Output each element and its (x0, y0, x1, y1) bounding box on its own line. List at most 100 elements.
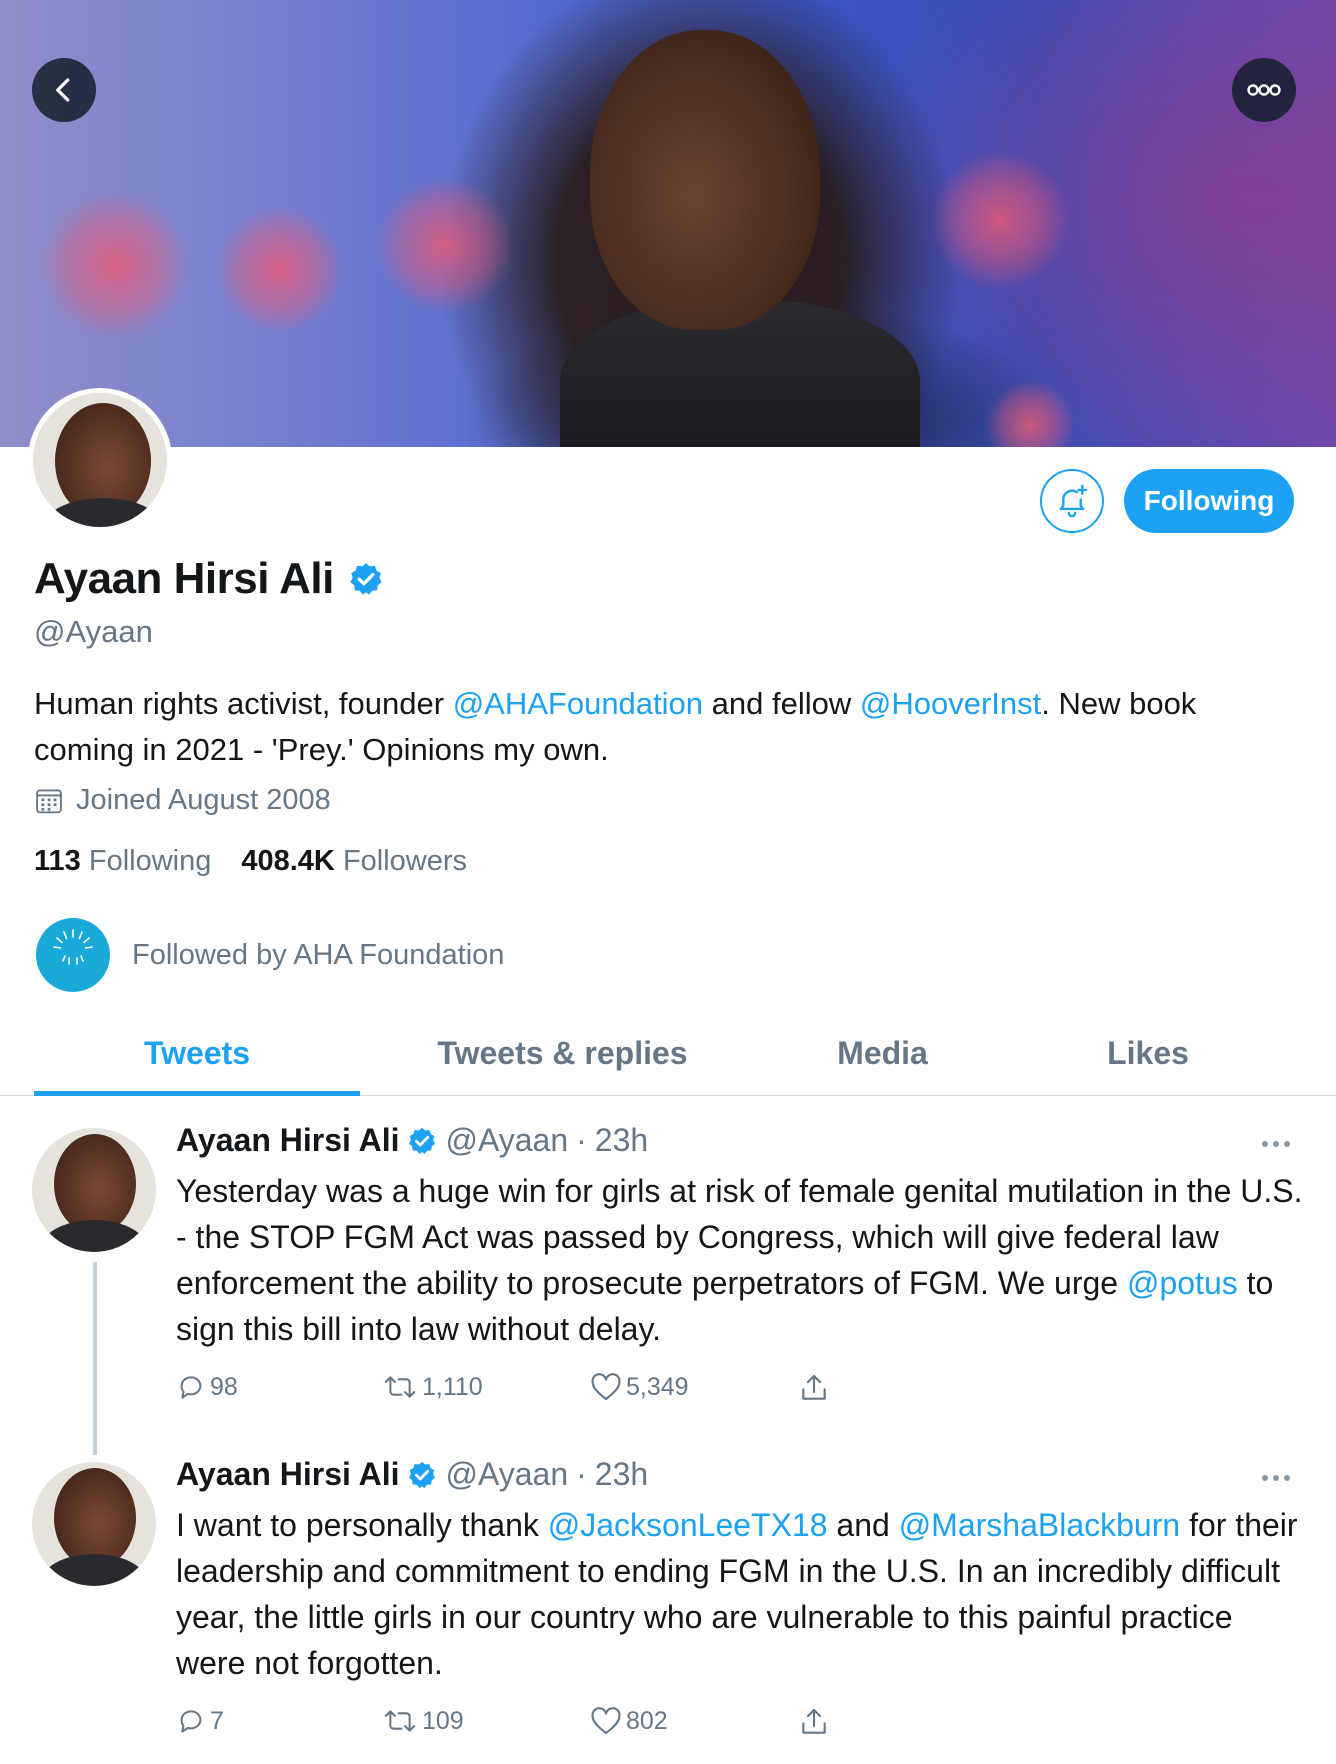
profile-handle: @Ayaan (34, 614, 153, 649)
reply-button[interactable]: 7 (176, 1706, 224, 1736)
banner-decoration (375, 175, 515, 315)
like-count: 5,349 (626, 1372, 689, 1401)
tweet-more-button[interactable] (1262, 1475, 1290, 1481)
like-count: 802 (626, 1706, 668, 1735)
retweet-button[interactable]: 1,110 (382, 1372, 483, 1402)
tweet-meta-separator: · (576, 1122, 587, 1158)
tweet-header: Ayaan Hirsi Ali @Ayaan · 23h (176, 1122, 648, 1159)
share-icon (802, 1708, 826, 1734)
followed-by-text: Followed by AHA Foundation (132, 938, 505, 971)
avatar-photo (54, 1468, 136, 1568)
like-button[interactable]: 802 (590, 1706, 668, 1736)
following-count: 113 (34, 845, 81, 877)
tweet-mention-jacksonleetx18[interactable]: @JacksonLeeTX18 (548, 1507, 828, 1543)
bio-text: and fellow (703, 686, 860, 721)
active-tab-indicator (34, 1091, 360, 1096)
profile-tabs: Tweets Tweets & replies Media Likes (0, 1010, 1336, 1096)
avatar-photo (54, 1134, 136, 1234)
verified-badge-icon (350, 563, 382, 595)
avatar-photo-shoulders (43, 498, 163, 527)
followed-by[interactable]: Followed by AHA Foundation (36, 918, 504, 992)
more-dot-icon (1284, 1475, 1290, 1481)
banner-decoration (215, 205, 345, 335)
tab-likes[interactable]: Likes (1030, 1010, 1266, 1096)
tweet-mention-potus[interactable]: @potus (1127, 1265, 1238, 1301)
tweet-author-name[interactable]: Ayaan Hirsi Ali (176, 1456, 399, 1493)
following-stat[interactable]: 113 Following (34, 845, 211, 878)
tweet-text-segment: I want to personally thank (176, 1507, 548, 1543)
tweet-actions: 7 109 802 (176, 1706, 876, 1746)
more-dot-icon (1262, 1141, 1268, 1147)
aha-foundation-logo-icon (53, 929, 93, 965)
retweet-count: 109 (422, 1706, 464, 1735)
banner-decoration (40, 190, 190, 340)
more-dot-icon (1284, 1141, 1290, 1147)
notifications-button[interactable] (1040, 469, 1104, 533)
tab-tweets[interactable]: Tweets (34, 1010, 360, 1096)
calendar-icon (36, 788, 62, 813)
tweet-text: Yesterday was a huge win for girls at ri… (176, 1168, 1306, 1352)
tweet-author-handle: @Ayaan (445, 1456, 569, 1492)
tweet-timestamp[interactable]: 23h (595, 1122, 648, 1159)
tab-tweets-and-replies[interactable]: Tweets & replies (400, 1010, 725, 1096)
profile-banner[interactable] (0, 0, 1336, 447)
reply-button[interactable]: 98 (176, 1372, 238, 1402)
tweet-author-avatar[interactable] (32, 1128, 156, 1252)
reply-count: 7 (210, 1706, 224, 1735)
bio-mention-aha-foundation[interactable]: @AHAFoundation (453, 686, 703, 721)
followers-count: 408.4K (241, 845, 335, 877)
retweet-count: 1,110 (422, 1372, 483, 1401)
more-horizontal-icon (1247, 84, 1281, 96)
tab-media[interactable]: Media (745, 1010, 1020, 1096)
tweet-mention-marshablackburn[interactable]: @MarshaBlackburn (899, 1507, 1180, 1543)
more-dot-icon (1273, 1475, 1279, 1481)
tweet-timestamp[interactable]: 23h (595, 1456, 648, 1493)
tweet-author-name[interactable]: Ayaan Hirsi Ali (176, 1122, 399, 1159)
joined-date-text: Joined August 2008 (76, 784, 331, 816)
heart-icon (591, 1707, 621, 1735)
more-button[interactable] (1232, 58, 1296, 122)
follow-stats: 113 Following 408.4K Followers (34, 845, 467, 878)
profile-name-row: Ayaan Hirsi Ali (34, 554, 384, 604)
reply-icon (180, 1376, 202, 1399)
joined-date: Joined August 2008 (34, 784, 331, 817)
following-button[interactable]: Following (1124, 469, 1294, 533)
tweet-author-avatar[interactable] (32, 1462, 156, 1586)
profile-bio: Human rights activist, founder @AHAFound… (34, 681, 1284, 773)
retweet-icon (384, 1710, 416, 1732)
share-button[interactable] (798, 1372, 830, 1404)
bio-mention-hoover-inst[interactable]: @HooverInst (860, 686, 1041, 721)
heart-icon (591, 1373, 621, 1401)
tweet-actions: 98 1,110 5,349 (176, 1372, 876, 1412)
bell-plus-icon (1059, 484, 1088, 518)
banner-decoration (985, 380, 1075, 447)
tweet-meta-separator: · (576, 1456, 587, 1492)
retweet-button[interactable]: 109 (382, 1706, 464, 1736)
share-button[interactable] (798, 1706, 830, 1738)
tweet-author-handle: @Ayaan (445, 1122, 569, 1158)
following-label: Following (88, 845, 212, 877)
aha-foundation-avatar (36, 918, 110, 992)
chevron-left-icon (56, 78, 70, 102)
more-dot-icon (1262, 1475, 1268, 1481)
followers-stat[interactable]: 408.4K Followers (241, 845, 467, 878)
avatar-photo-shoulders (40, 1220, 148, 1252)
verified-badge-icon (409, 1461, 436, 1488)
tweet-header: Ayaan Hirsi Ali @Ayaan · 23h (176, 1456, 648, 1493)
profile-display-name: Ayaan Hirsi Ali (34, 554, 334, 603)
bio-text: Human rights activist, founder (34, 686, 453, 721)
verified-badge-icon (409, 1127, 436, 1154)
reply-count: 98 (210, 1372, 238, 1401)
reply-icon (180, 1710, 202, 1733)
tweet-text-segment: and (827, 1507, 899, 1543)
more-dot-icon (1273, 1141, 1279, 1147)
share-icon (802, 1374, 826, 1400)
banner-decoration (930, 150, 1070, 290)
back-button[interactable] (32, 58, 96, 122)
tweet-more-button[interactable] (1262, 1141, 1290, 1147)
avatar-photo-shoulders (40, 1554, 148, 1586)
profile-avatar[interactable] (28, 388, 172, 532)
like-button[interactable]: 5,349 (590, 1372, 689, 1402)
followers-label: Followers (342, 845, 468, 877)
thread-connector-line (93, 1262, 97, 1455)
